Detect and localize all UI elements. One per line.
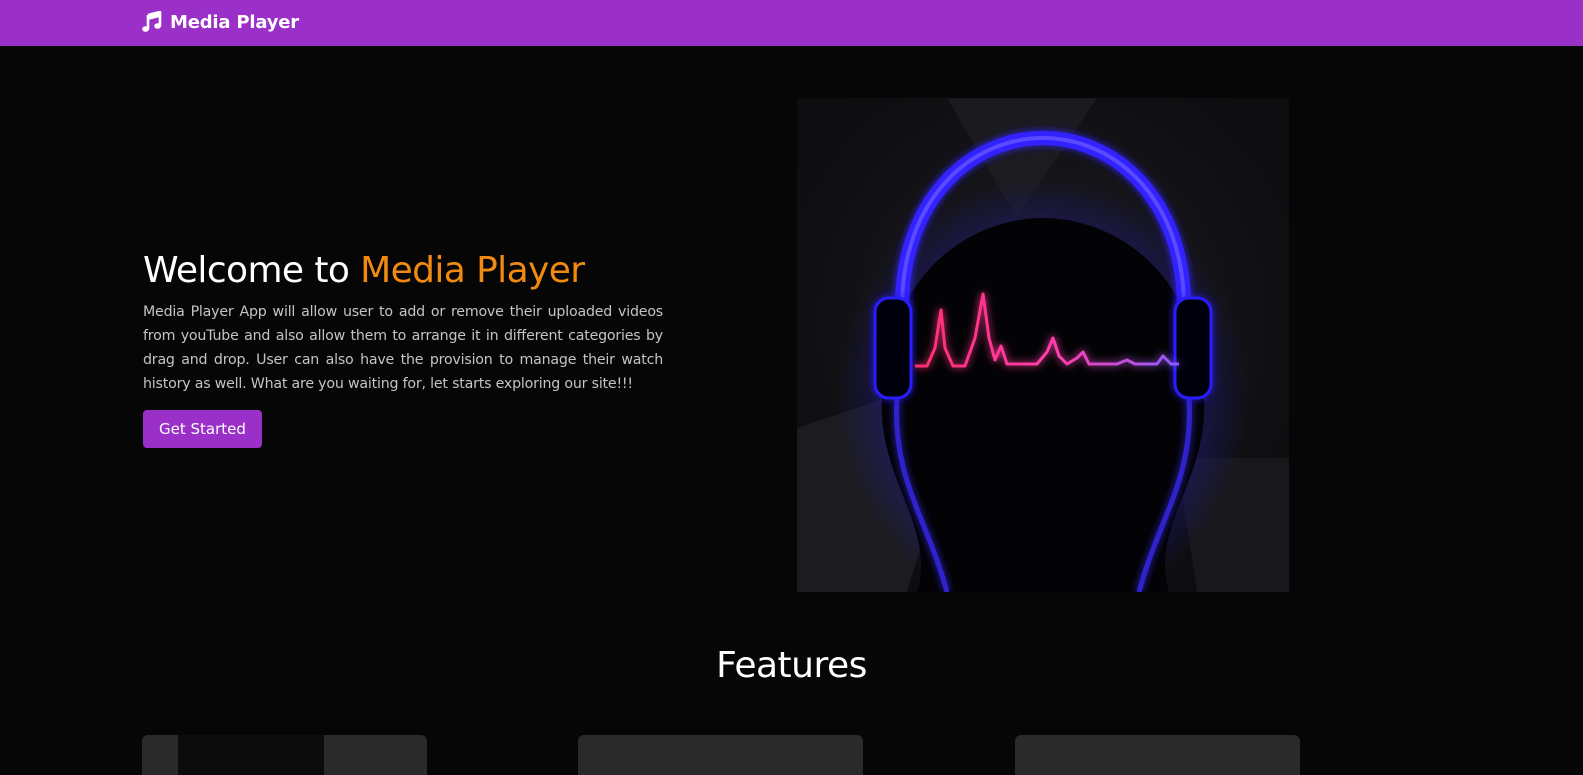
feature-card: [142, 735, 427, 775]
navbar: Media Player: [0, 0, 1583, 46]
hero-description: Media Player App will allow user to add …: [143, 304, 663, 392]
hero-section: Welcome to Media Player Media Player App…: [143, 248, 663, 448]
hero-title-accent: Media Player: [360, 250, 585, 291]
music-note-icon: [142, 11, 162, 32]
hero-headphones-image: [797, 98, 1289, 592]
brand-title: Media Player: [170, 11, 299, 33]
hero-title: Welcome to Media Player: [143, 248, 663, 294]
get-started-button[interactable]: Get Started: [143, 410, 262, 448]
hero-title-prefix: Welcome to: [143, 250, 361, 291]
features-title: Features: [716, 645, 867, 686]
brand-link[interactable]: Media Player: [142, 11, 299, 33]
feature-card: [1015, 735, 1300, 775]
feature-card-image: [178, 735, 324, 775]
feature-card: [578, 735, 863, 775]
